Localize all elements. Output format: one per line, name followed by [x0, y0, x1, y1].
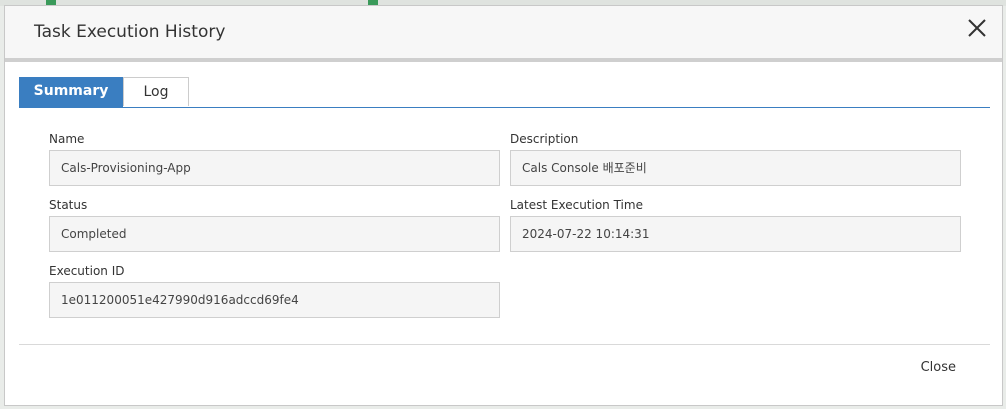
dialog-title: Task Execution History	[34, 22, 226, 42]
status-label: Status	[49, 198, 88, 212]
status-field: Completed	[49, 216, 500, 252]
name-label: Name	[49, 132, 85, 146]
close-icon[interactable]	[965, 16, 989, 40]
close-button[interactable]: Close	[921, 360, 956, 375]
latest-execution-time-field: 2024-07-22 10:14:31	[510, 216, 961, 252]
execution-id-field: 1e011200051e427990d916adccd69fe4	[49, 282, 500, 318]
footer-divider	[19, 344, 990, 345]
execution-id-label: Execution ID	[49, 264, 125, 278]
description-field: Cals Console 배포준비	[510, 150, 961, 186]
task-execution-history-dialog: Task Execution History Summary Log Name …	[4, 5, 1003, 406]
description-label: Description	[510, 132, 579, 146]
name-field: Cals-Provisioning-App	[49, 150, 500, 186]
latest-execution-time-label: Latest Execution Time	[510, 198, 643, 212]
dialog-header: Task Execution History	[5, 6, 1002, 62]
tab-summary[interactable]: Summary	[19, 77, 123, 107]
tab-log[interactable]: Log	[123, 77, 189, 106]
tab-bar: Summary Log	[19, 77, 990, 108]
